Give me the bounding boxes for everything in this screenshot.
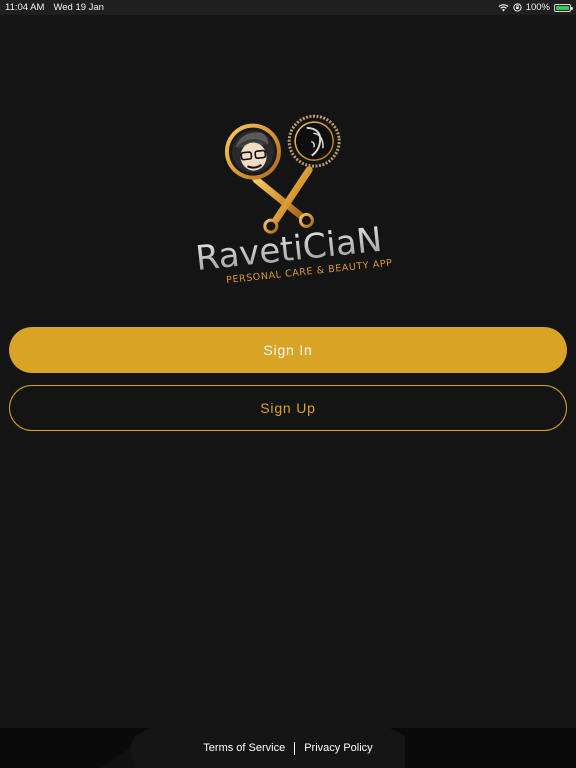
status-time: 11:04 AM bbox=[5, 2, 45, 13]
wifi-icon bbox=[498, 3, 509, 11]
footer-divider bbox=[294, 741, 296, 755]
status-date: Wed 19 Jan bbox=[53, 2, 104, 13]
status-bar: 11:04 AM Wed 19 Jan 100% bbox=[0, 0, 576, 15]
battery-charging-icon bbox=[554, 3, 573, 12]
sign-up-button[interactable]: Sign Up bbox=[9, 385, 567, 431]
privacy-policy-link[interactable]: Privacy Policy bbox=[304, 742, 372, 754]
raveticiam-logo: RavetiCiaN PERSONAL CARE & BEAUTY APP bbox=[194, 114, 393, 283]
sign-in-button[interactable]: Sign In bbox=[9, 327, 567, 373]
battery-percent: 100% bbox=[525, 2, 550, 13]
terms-of-service-link[interactable]: Terms of Service bbox=[203, 742, 285, 754]
orientation-lock-icon bbox=[513, 3, 522, 12]
footer: Terms of Service Privacy Policy bbox=[0, 728, 576, 768]
